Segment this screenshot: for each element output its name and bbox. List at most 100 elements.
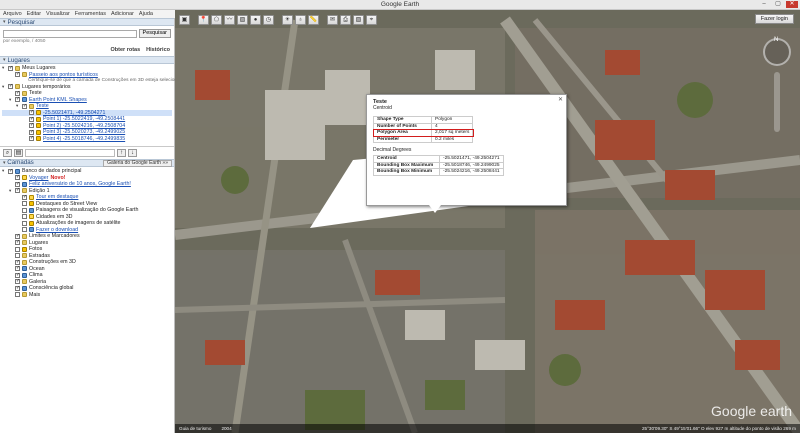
- minimize-icon[interactable]: –: [758, 1, 770, 8]
- up-arrow-icon[interactable]: ↑: [117, 149, 126, 157]
- tree-item-label[interactable]: Point 3) -25.5020273, -49.2499025: [43, 129, 125, 135]
- tree-item-label[interactable]: Feliz aniversário de 10 anos, Google Ear…: [29, 181, 131, 187]
- tree-item-label[interactable]: Lugares: [29, 240, 48, 246]
- visibility-checkbox[interactable]: [22, 214, 27, 220]
- tree-item-label[interactable]: Point 2) -25.5024216, -49.2508704: [43, 123, 125, 129]
- visibility-checkbox[interactable]: [22, 220, 27, 226]
- tree-item-label[interactable]: Fazer o download: [36, 227, 78, 233]
- close-icon[interactable]: ✕: [786, 1, 798, 8]
- menu-item[interactable]: Adicionar: [111, 11, 134, 17]
- tree-item-label[interactable]: Galeria: [29, 279, 46, 285]
- maps-icon[interactable]: ⌖: [366, 15, 377, 25]
- layers-panel-header[interactable]: ▾ Camadas Galeria do Google Earth »»: [0, 159, 174, 167]
- tree-item-label[interactable]: Banco de dados principal: [22, 168, 81, 174]
- tour-guide-link[interactable]: Guia de turismo: [179, 426, 211, 431]
- places-panel-header[interactable]: ▾ Lugares: [0, 56, 174, 64]
- polygon-icon[interactable]: ⬠: [211, 15, 222, 25]
- tree-item-label[interactable]: Mais: [29, 292, 40, 298]
- search-panel-header[interactable]: ▾ Pesquisar: [0, 18, 174, 26]
- history-icon[interactable]: ◷: [263, 15, 274, 25]
- menu-item[interactable]: Visualizar: [46, 11, 70, 17]
- visibility-checkbox[interactable]: [15, 272, 20, 278]
- history-link[interactable]: Histórico: [146, 47, 170, 53]
- tree-item-label[interactable]: Point 4) -25.5018746, -49.2499835: [43, 136, 125, 142]
- visibility-checkbox[interactable]: [8, 168, 13, 174]
- places-filter-input[interactable]: [25, 149, 115, 157]
- visibility-checkbox[interactable]: [15, 253, 20, 259]
- visibility-checkbox[interactable]: [15, 292, 20, 298]
- tree-item-label[interactable]: Lugares temporários: [22, 84, 71, 90]
- maximize-icon[interactable]: ▢: [772, 1, 784, 8]
- down-arrow-icon[interactable]: ↓: [128, 149, 137, 157]
- visibility-checkbox[interactable]: [15, 278, 20, 285]
- visibility-checkbox[interactable]: [8, 65, 13, 71]
- ruler-icon[interactable]: 📏: [308, 15, 319, 25]
- tree-item-label[interactable]: Fotos: [29, 246, 42, 252]
- login-button[interactable]: Fazer login: [754, 14, 794, 24]
- search-button[interactable]: Pesquisar: [138, 29, 171, 38]
- menu-item[interactable]: Arquivo: [3, 11, 22, 17]
- visibility-checkbox[interactable]: [15, 259, 20, 265]
- tree-item-label[interactable]: Meus Lugares: [22, 65, 56, 71]
- expand-icon[interactable]: ▾: [9, 188, 14, 194]
- collapse-icon[interactable]: ▾: [3, 160, 6, 166]
- menu-item[interactable]: Ajuda: [139, 11, 153, 17]
- menu-item[interactable]: Editar: [27, 11, 41, 17]
- expand-icon[interactable]: ▾: [2, 84, 7, 90]
- visibility-checkbox[interactable]: [15, 233, 20, 239]
- menu-item[interactable]: Ferramentas: [75, 11, 106, 17]
- close-icon[interactable]: ✕: [558, 96, 563, 103]
- tree-item[interactable]: Mais: [2, 292, 172, 299]
- visibility-checkbox[interactable]: [29, 109, 34, 116]
- visibility-checkbox[interactable]: [15, 90, 20, 96]
- list-icon[interactable]: ▤: [14, 149, 23, 157]
- planets-icon[interactable]: ♁: [295, 15, 306, 25]
- compass-icon[interactable]: [763, 37, 791, 66]
- visibility-checkbox[interactable]: [29, 129, 34, 135]
- visibility-checkbox[interactable]: [15, 174, 20, 181]
- zoom-slider[interactable]: [774, 72, 780, 132]
- email-icon[interactable]: ✉: [327, 15, 338, 25]
- tree-item-label[interactable]: Earth Point KML Shapes: [29, 97, 87, 103]
- tree-item-label[interactable]: Teste: [36, 103, 49, 109]
- save-image-icon[interactable]: ▧: [353, 15, 364, 25]
- tree-item-label[interactable]: Construções em 3D: [29, 259, 76, 265]
- visibility-checkbox[interactable]: [29, 135, 34, 142]
- visibility-checkbox[interactable]: [29, 116, 34, 122]
- tree-item-label[interactable]: Tour em destaque: [36, 194, 78, 200]
- expand-icon[interactable]: ▾: [9, 97, 14, 103]
- sun-icon[interactable]: ☀: [282, 15, 293, 25]
- tree-item-label[interactable]: Point 1) -25.5022419, -49.2508441: [43, 116, 125, 122]
- expand-icon[interactable]: ▾: [16, 103, 21, 109]
- collapse-icon[interactable]: ▾: [3, 57, 6, 64]
- tree-item-label[interactable]: Passeio aos pontos turísticos: [29, 72, 98, 78]
- tree-item-label[interactable]: Clima: [29, 272, 43, 278]
- search-icon[interactable]: ⌕: [3, 149, 12, 157]
- satellite-map[interactable]: [175, 10, 800, 433]
- tree-item-label[interactable]: Destaques do Street View: [36, 201, 97, 207]
- expand-icon[interactable]: ▾: [2, 65, 7, 71]
- visibility-checkbox[interactable]: [22, 201, 27, 207]
- visibility-checkbox[interactable]: [8, 83, 13, 90]
- visibility-checkbox[interactable]: [15, 71, 20, 78]
- visibility-checkbox[interactable]: [22, 103, 27, 109]
- earth-gallery-button[interactable]: Galeria do Google Earth »»: [103, 159, 172, 167]
- visibility-checkbox[interactable]: [15, 285, 20, 291]
- tree-item[interactable]: Point 4) -25.5018746, -49.2499835: [2, 135, 172, 143]
- visibility-checkbox[interactable]: [15, 96, 20, 103]
- visibility-checkbox[interactable]: [15, 181, 20, 187]
- tree-item-label[interactable]: Cidades em 3D: [36, 214, 73, 220]
- visibility-checkbox[interactable]: [22, 227, 27, 233]
- path-icon[interactable]: 〰: [224, 15, 235, 25]
- earth-3d-view[interactable]: ▣ 📍⬠〰▨●◷ ☀♁📏 ✉⎙▧⌖ Fazer login ✕ Teste Centr…: [175, 10, 800, 433]
- visibility-checkbox[interactable]: [15, 265, 20, 272]
- tree-item-label[interactable]: Voyager: [29, 175, 48, 181]
- tree-item-label[interactable]: Ocean: [29, 266, 45, 272]
- visibility-checkbox[interactable]: [15, 187, 20, 194]
- overlay-icon[interactable]: ▨: [237, 15, 248, 25]
- tree-item-label[interactable]: Consciência global: [29, 285, 73, 291]
- placemark-icon[interactable]: 📍: [198, 15, 209, 25]
- search-input[interactable]: [3, 29, 137, 38]
- visibility-checkbox[interactable]: [22, 194, 27, 200]
- record-tour-icon[interactable]: ●: [250, 15, 261, 25]
